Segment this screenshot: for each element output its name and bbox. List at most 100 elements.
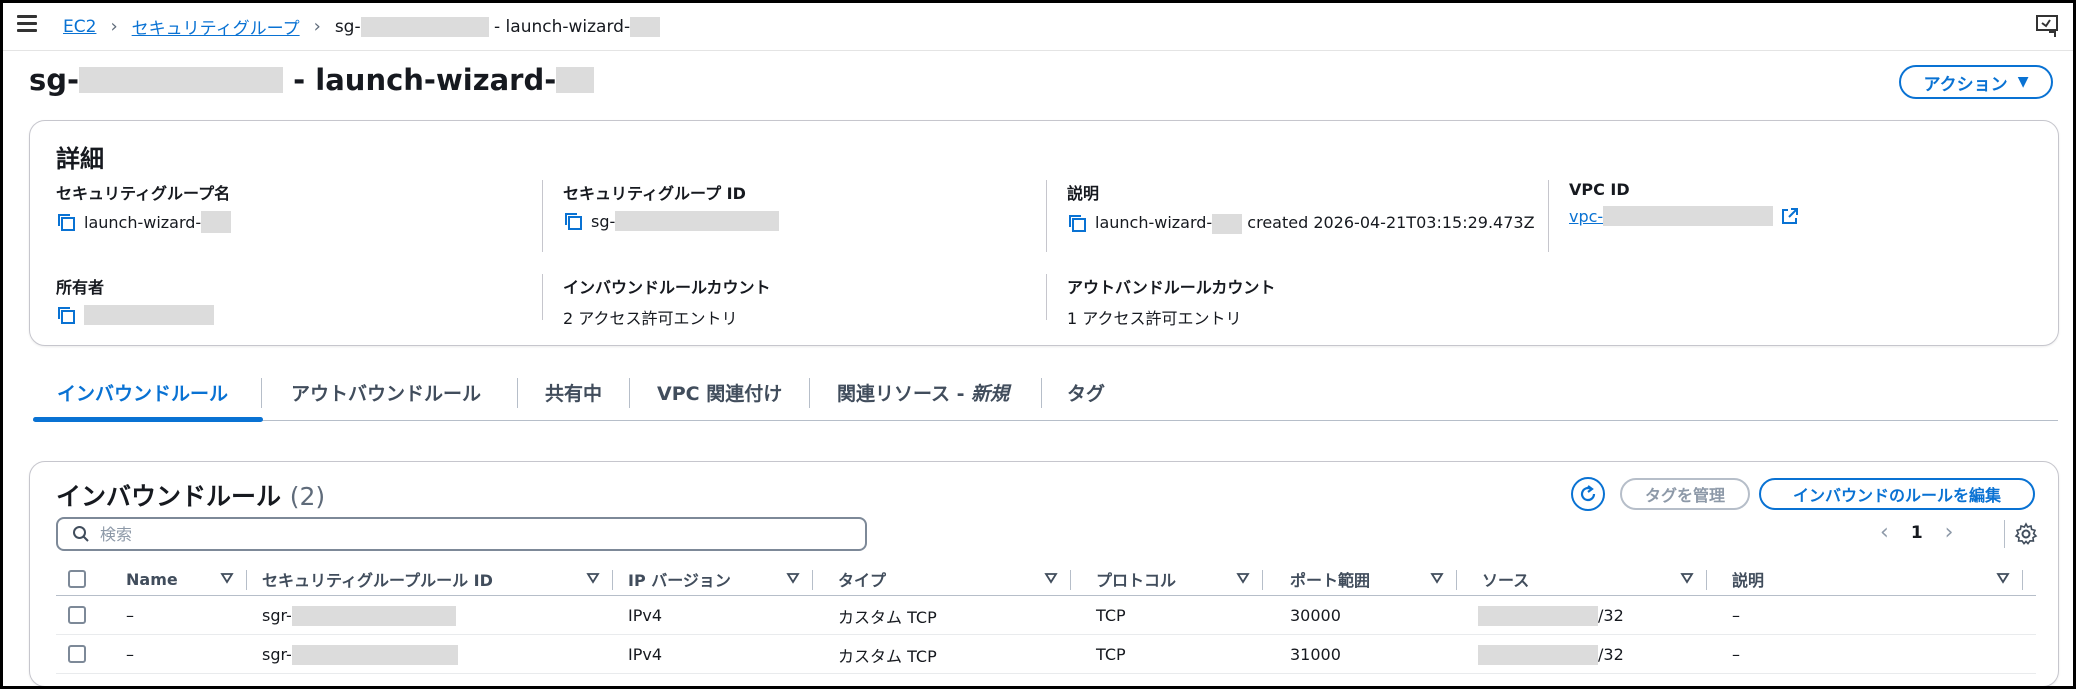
app-window: EC2 › セキュリティグループ › sg- - launch-wizard- … [0, 0, 2076, 689]
tab-sharing[interactable]: 共有中 [545, 373, 602, 421]
cell-protocol: TCP [1096, 645, 1126, 664]
owner-field: 所有者 [56, 274, 536, 325]
sort-icon[interactable] [1236, 571, 1250, 585]
breadcrumb-current-mid: - launch-wizard- [488, 16, 631, 37]
row-checkbox[interactable] [68, 606, 86, 624]
sort-icon[interactable] [1680, 571, 1694, 585]
breadcrumb-current: sg- - launch-wizard- [335, 16, 661, 37]
rules-count: (2) [289, 482, 326, 511]
cell-rule-id: sgr- [262, 596, 456, 635]
description-text-wrap: launch-wizard- created 2026-04-21T03:15:… [1095, 211, 1535, 235]
inbound-count-value: 2 アクセス許可エントリ [563, 309, 738, 328]
manage-tags-button[interactable]: タグを管理 [1620, 478, 1750, 510]
copy-icon[interactable] [56, 305, 76, 325]
external-link-icon[interactable] [1781, 207, 1799, 225]
sort-icon[interactable] [1044, 571, 1058, 585]
tab-related-resources[interactable]: 関連リソース - 新規 [837, 373, 1009, 421]
tab-outbound-rules[interactable]: アウトバウンドルール [291, 373, 481, 421]
refresh-button[interactable] [1571, 477, 1605, 511]
feedback-icon[interactable] [2035, 14, 2061, 38]
cell-description: – [1732, 645, 1740, 664]
table-row[interactable]: – sgr- IPv4 カスタム TCP TCP 31000 /32 – [56, 635, 2036, 674]
row-checkbox[interactable] [68, 645, 86, 663]
actions-label: アクション [1923, 74, 2008, 95]
chevron-right-icon: › [313, 16, 321, 37]
tab-separator [1041, 378, 1042, 408]
sg-id-value: sg- [563, 211, 1032, 231]
search-field[interactable] [56, 517, 867, 551]
sort-icon[interactable] [220, 571, 234, 585]
inbound-rules-table: Name セキュリティグループルール ID IP バージョン タイプ プロトコル… [56, 562, 2036, 674]
description-value: launch-wizard- created 2026-04-21T03:15:… [1067, 211, 1536, 235]
column-separator [246, 570, 247, 590]
column-header-source[interactable]: ソース [1482, 562, 1529, 596]
sort-icon[interactable] [1430, 571, 1444, 585]
copy-icon[interactable] [56, 212, 76, 232]
breadcrumb: EC2 › セキュリティグループ › sg- - launch-wizard- [63, 14, 661, 39]
vpc-id-link[interactable]: vpc- [1569, 206, 1774, 226]
vpc-id-text: vpc- [1569, 206, 1604, 226]
sort-icon[interactable] [786, 571, 800, 585]
column-header-name[interactable]: Name [126, 562, 178, 596]
rule-id-prefix: sgr- [262, 645, 292, 664]
sg-name-label: セキュリティグループ名 [56, 184, 231, 203]
column-header-port-range[interactable]: ポート範囲 [1290, 562, 1370, 596]
tab-bar: インバウンドルール アウトバウンドルール 共有中 VPC 関連付け 関連リソース… [33, 373, 2058, 422]
column-header-rule-id[interactable]: セキュリティグループルール ID [262, 562, 493, 596]
menu-icon[interactable] [17, 15, 37, 33]
tab-separator [809, 378, 810, 408]
redacted-block [615, 211, 780, 231]
tab-vpc-associations[interactable]: VPC 関連付け [657, 373, 782, 421]
column-header-ip-version[interactable]: IP バージョン [628, 562, 731, 596]
tab-inbound-rules[interactable]: インバウンドルール [57, 373, 228, 421]
sort-icon[interactable] [586, 571, 600, 585]
page-number[interactable]: 1 [1911, 523, 1923, 543]
copy-icon[interactable] [563, 211, 583, 231]
column-separator [612, 570, 613, 590]
redacted-block [1603, 206, 1774, 226]
actions-button[interactable]: アクション ▼ [1899, 65, 2053, 99]
chevron-right-icon[interactable]: › [1945, 520, 1954, 545]
description-field: 説明 launch-wizard- created 2026-04-21T03:… [1046, 180, 1536, 252]
column-header-type[interactable]: タイプ [838, 562, 886, 596]
gear-icon[interactable] [2014, 522, 2038, 546]
select-all-checkbox[interactable] [68, 570, 86, 588]
sg-name-value: launch-wizard- [56, 211, 536, 233]
cell-port-range: 30000 [1290, 606, 1341, 625]
pagination: ‹ 1 › [1880, 520, 1953, 545]
redacted-block [291, 605, 456, 626]
search-input[interactable] [100, 524, 800, 544]
redacted-block [1478, 644, 1598, 665]
copy-icon[interactable] [1067, 213, 1087, 233]
details-panel: 詳細 セキュリティグループ名 launch-wizard- セキュリティグループ… [29, 120, 2059, 346]
tab-label: アウトバウンドルール [291, 383, 482, 405]
outbound-count-field: アウトバンドルールカウント 1 アクセス許可エントリ [1046, 274, 1536, 328]
inbound-count-field: インバウンドルールカウント 2 アクセス許可エントリ [542, 274, 1032, 328]
owner-label: 所有者 [56, 278, 105, 297]
sg-id-label: セキュリティグループ ID [563, 184, 746, 203]
cell-source: /32 [1478, 596, 1624, 635]
inbound-rules-heading: インバウンドルール (2) [56, 477, 325, 513]
breadcrumb-security-groups[interactable]: セキュリティグループ [132, 14, 300, 39]
column-separator [1456, 570, 1457, 590]
title-mid: - launch-wizard- [283, 63, 557, 97]
refresh-icon [1580, 485, 1596, 502]
edit-inbound-rules-button[interactable]: インバウンドのルールを編集 [1759, 478, 2035, 510]
caret-down-icon: ▼ [2017, 74, 2029, 90]
chevron-left-icon[interactable]: ‹ [1880, 520, 1889, 545]
redacted-block [79, 67, 284, 93]
column-header-protocol[interactable]: プロトコル [1096, 562, 1176, 596]
tab-tags[interactable]: タグ [1067, 373, 1105, 421]
redacted-block [1478, 605, 1598, 626]
active-tab-indicator [33, 417, 263, 422]
cell-description: – [1732, 606, 1740, 625]
vpc-id-value: vpc- [1569, 206, 2028, 226]
table-row[interactable]: – sgr- IPv4 カスタム TCP TCP 30000 /32 – [56, 596, 2036, 635]
column-header-description[interactable]: 説明 [1732, 562, 1764, 596]
redacted-block [360, 16, 489, 37]
top-bar: EC2 › セキュリティグループ › sg- - launch-wizard- [3, 3, 2073, 51]
rules-title-text: インバウンドルール [56, 482, 282, 511]
breadcrumb-ec2[interactable]: EC2 [63, 17, 96, 37]
sort-icon[interactable] [1996, 571, 2010, 585]
rule-id-prefix: sgr- [262, 606, 292, 625]
